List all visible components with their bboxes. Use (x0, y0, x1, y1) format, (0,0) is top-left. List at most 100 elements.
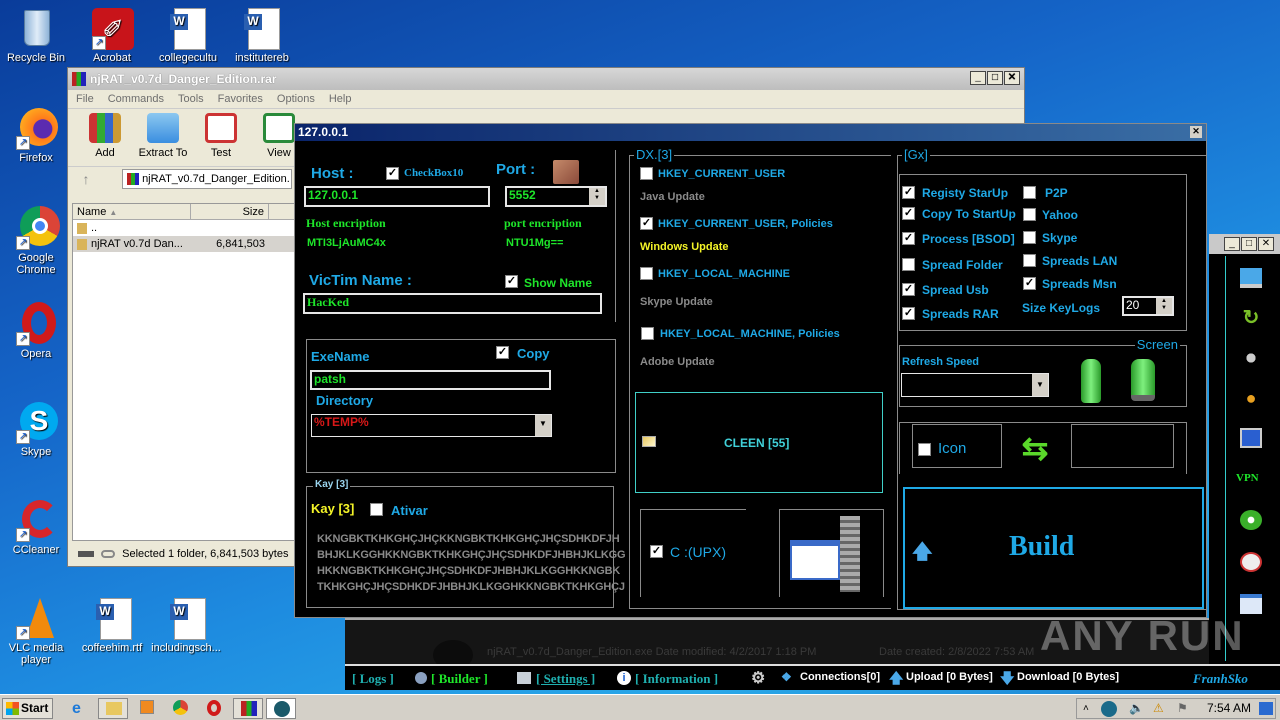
builder-titlebar[interactable]: 127.0.0.1 ✕ (295, 124, 1206, 141)
close-button[interactable]: ✕ (1004, 71, 1020, 85)
registy-startup-checkbox[interactable]: ✓ (902, 186, 915, 199)
restart-icon[interactable]: ↻ (1240, 308, 1262, 328)
add-window-icon[interactable] (1240, 594, 1262, 614)
yahoo-checkbox[interactable] (1023, 208, 1036, 221)
minimize-button[interactable]: _ (970, 71, 986, 85)
spreads-lan-checkbox[interactable] (1023, 254, 1036, 267)
gear-icon[interactable]: ⚙ (751, 668, 765, 688)
desktop-icon-firefox[interactable]: ↗ Firefox (0, 106, 72, 164)
refresh-speed-select[interactable]: ▼ (901, 373, 1049, 397)
checkbox10[interactable]: ✓ (386, 167, 399, 180)
upx-checkbox[interactable]: ✓ (650, 545, 663, 558)
menu-help[interactable]: Help (329, 90, 352, 108)
network-globe-icon[interactable] (1101, 701, 1117, 717)
explorer-button[interactable] (98, 698, 128, 719)
chevron-down-icon[interactable]: ▼ (535, 415, 551, 436)
spread-usb-checkbox[interactable]: ✓ (902, 283, 915, 296)
p2p-checkbox[interactable] (1023, 186, 1036, 199)
desktop-icon-opera[interactable]: ↗ Opera (0, 302, 72, 360)
desktop-icon-chrome[interactable]: ↗ Google Chrome (0, 206, 72, 276)
exename-input[interactable]: patsh (310, 370, 551, 390)
menu-commands[interactable]: Commands (108, 90, 164, 108)
address-field[interactable]: njRAT_v0.7d_Danger_Edition. (122, 168, 292, 189)
copy-checkbox[interactable]: ✓ (496, 346, 509, 359)
column-header-size[interactable]: Size (191, 204, 269, 219)
icon-checkbox[interactable] (918, 443, 931, 456)
firewall-globe-icon[interactable] (553, 160, 579, 184)
desktop-icon-ccleaner[interactable]: ↗ CCleaner (0, 498, 72, 556)
ie-icon[interactable]: e (72, 700, 81, 718)
menu-tools[interactable]: Tools (178, 90, 204, 108)
spreads-rar-checkbox[interactable]: ✓ (902, 307, 915, 320)
table-row[interactable]: .. (73, 220, 297, 236)
cleen-button[interactable]: CLEEN [55] (635, 392, 883, 493)
compress-button[interactable] (779, 509, 884, 597)
network-warning-icon[interactable]: ⚠ (1153, 699, 1164, 718)
builder-tab[interactable]: [ Builder ] (431, 671, 488, 687)
volume-icon[interactable]: 🔈 (1129, 699, 1144, 718)
information-tab[interactable]: [ Information ] (635, 671, 718, 687)
media-player-icon[interactable] (140, 700, 154, 714)
settings-tab[interactable]: [ Settings ] (536, 671, 595, 687)
maximize-button[interactable]: □ (1241, 237, 1257, 251)
menu-options[interactable]: Options (277, 90, 315, 108)
close-button[interactable]: ✕ (1190, 126, 1202, 138)
desktop-icon-skype[interactable]: S ↗ Skype (0, 400, 72, 458)
desktop-icon-institutereb[interactable]: W institutereb (226, 6, 298, 64)
vpn-icon[interactable]: VPN (1236, 472, 1266, 492)
chrome-icon[interactable] (173, 700, 188, 715)
remote-desktop-icon[interactable] (1240, 268, 1262, 288)
menu-favorites[interactable]: Favorites (218, 90, 263, 108)
port-spinner[interactable]: ▲ ▼ (589, 188, 605, 205)
winrar-titlebar[interactable]: njRAT_v0.7d_Danger_Edition.rar _ □ ✕ (68, 68, 1024, 90)
desktop-icon-vlc[interactable]: ↗ VLC media player (0, 596, 72, 666)
logs-tab[interactable]: [ Logs ] (352, 671, 394, 687)
menu-file[interactable]: File (76, 90, 94, 108)
process-bsod-checkbox[interactable]: ✓ (902, 232, 915, 245)
test-button[interactable]: Test (192, 109, 250, 166)
location-pin-icon[interactable]: ● (1240, 388, 1262, 408)
keylogs-spinner[interactable]: ▲ ▼ (1156, 298, 1172, 314)
battery-plug-icon[interactable] (1131, 359, 1155, 401)
host-input[interactable]: 127.0.0.1 (304, 186, 490, 207)
copy-to-startup-checkbox[interactable]: ✓ (902, 207, 915, 220)
victim-name-input[interactable]: HacKed (303, 293, 602, 314)
column-header-name[interactable]: Name ▲ (73, 204, 191, 219)
webcam-icon[interactable] (1240, 348, 1262, 368)
dx-checkbox-hklm-policies[interactable] (641, 327, 654, 340)
refresh-arrows-icon[interactable]: ⇆ (1017, 432, 1053, 464)
build-button[interactable]: 🡅 Build (903, 487, 1204, 609)
ativar-checkbox[interactable] (370, 503, 383, 516)
desktop-icon-includingsch[interactable]: W includingsch... (150, 596, 222, 654)
gem-icon[interactable] (1240, 510, 1262, 530)
opera-icon[interactable] (207, 700, 221, 716)
desktop-icon-collegecultu[interactable]: W collegecultu (152, 6, 224, 64)
chevron-down-icon[interactable]: ▼ (1032, 374, 1048, 396)
compass-icon[interactable] (1240, 552, 1262, 572)
dx-checkbox-hklm[interactable] (640, 267, 653, 280)
up-arrow-icon[interactable]: ↑ (68, 171, 104, 187)
minimize-button[interactable]: _ (1224, 237, 1240, 251)
maximize-button[interactable]: □ (987, 71, 1003, 85)
show-desktop-button[interactable] (1259, 702, 1273, 715)
extract-to-button[interactable]: Extract To (134, 109, 192, 166)
monitor-icon[interactable] (1240, 428, 1262, 448)
close-button[interactable]: ✕ (1258, 237, 1274, 251)
skype-checkbox[interactable] (1023, 231, 1036, 244)
start-button[interactable]: Start (2, 698, 53, 719)
njrat-taskbar-button[interactable] (266, 698, 296, 719)
table-row[interactable]: njRAT v0.7d Dan... 6,841,503 (73, 236, 297, 252)
dx-checkbox-hkcu[interactable] (640, 167, 653, 180)
clock[interactable]: 7:54 AM (1207, 699, 1251, 718)
dx-checkbox-hkcu-policies[interactable]: ✓ (640, 217, 653, 230)
icon-preview-box[interactable] (1071, 424, 1174, 468)
winrar-taskbar-button[interactable] (233, 698, 263, 719)
size-keylogs-input[interactable]: 20 ▲ ▼ (1122, 296, 1174, 316)
desktop-icon-acrobat[interactable]: ✐ ↗ Acrobat (76, 6, 148, 64)
add-button[interactable]: Add (76, 109, 134, 166)
show-hidden-icons-button[interactable]: ˄ (1083, 699, 1089, 718)
port-input[interactable]: 5552 ▲ ▼ (505, 186, 607, 207)
desktop-icon-recycle-bin[interactable]: Recycle Bin (0, 6, 72, 64)
battery-icon[interactable] (1081, 359, 1101, 403)
spread-folder-checkbox[interactable] (902, 258, 915, 271)
